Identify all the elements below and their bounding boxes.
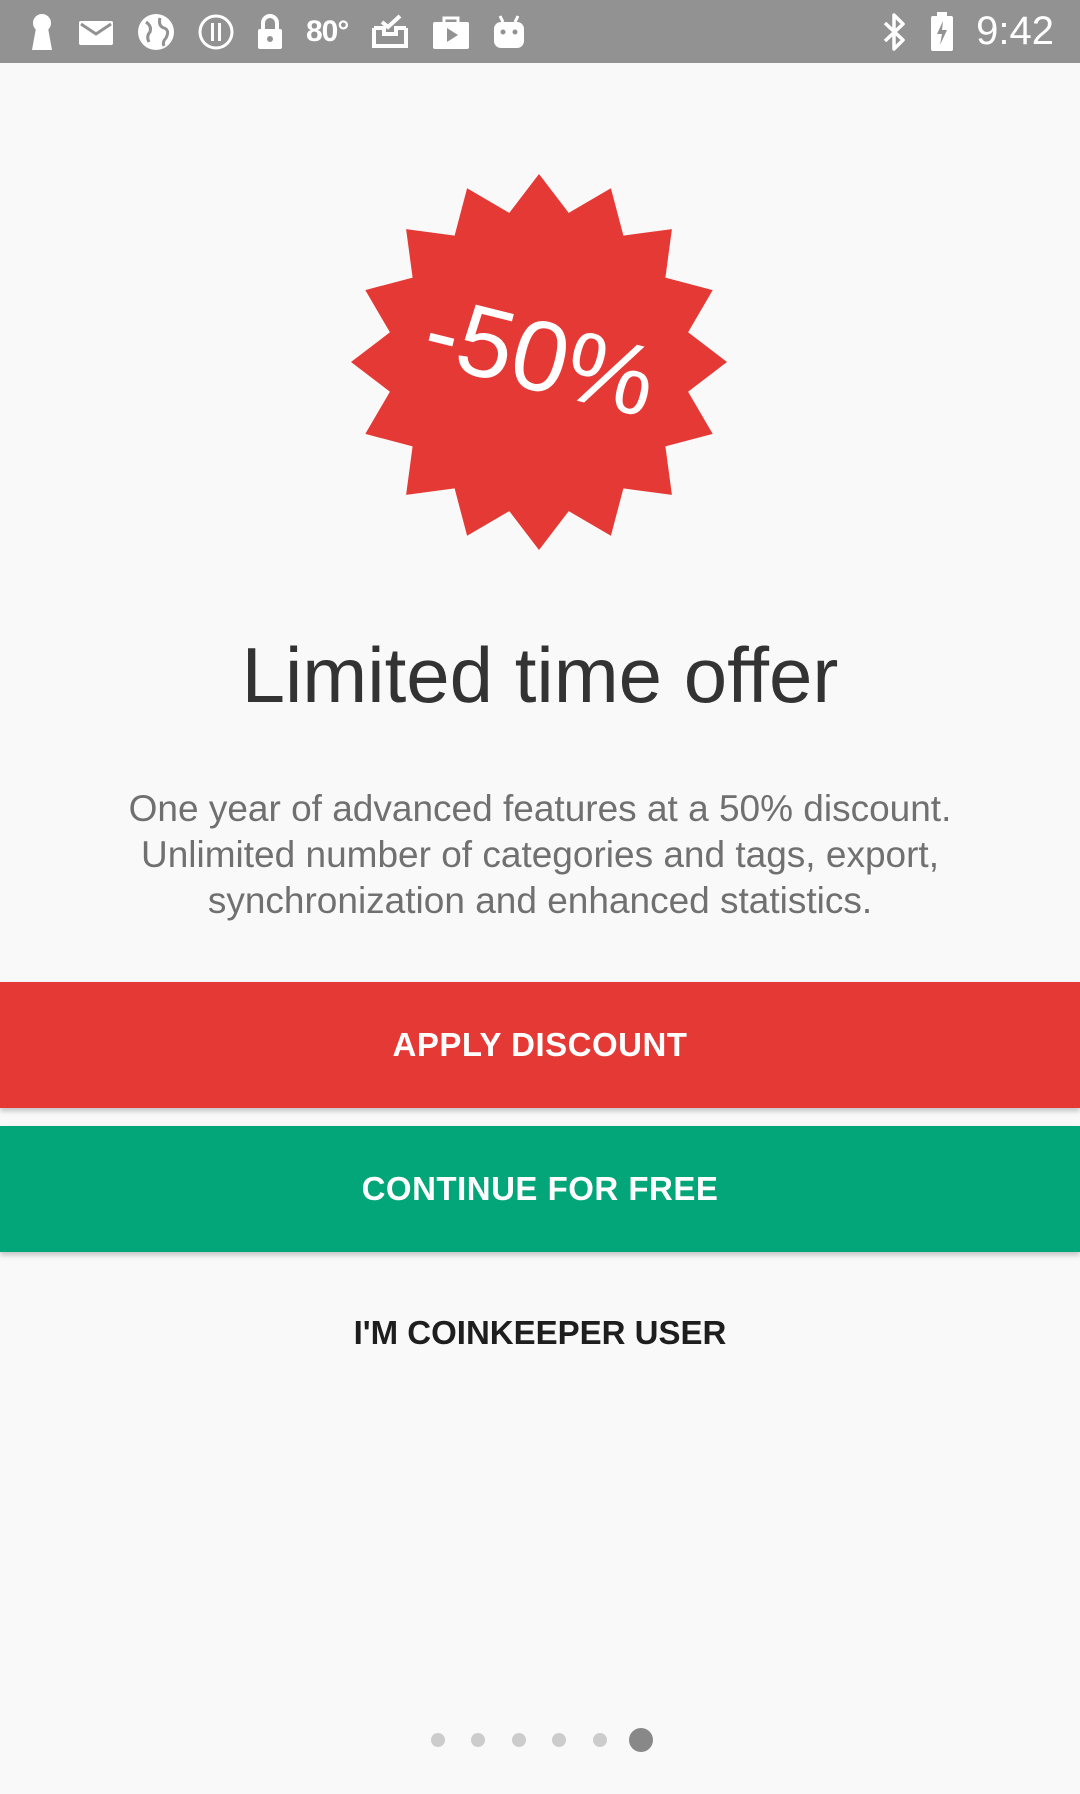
mail-icon <box>78 12 114 52</box>
page-dot <box>552 1733 566 1747</box>
status-right-icons: 9:42 <box>882 0 1054 63</box>
discount-badge: -50% <box>349 172 729 552</box>
continue-for-free-button[interactable]: CONTINUE FOR FREE <box>0 1126 1080 1252</box>
battery-icon <box>930 11 954 52</box>
page-dot <box>471 1733 485 1747</box>
play-bag-icon <box>432 12 470 52</box>
description-line: synchronization and enhanced statistics. <box>207 880 873 921</box>
page-dot <box>512 1733 526 1747</box>
keyhole-icon <box>28 12 56 52</box>
page-dot-active <box>629 1728 653 1752</box>
alert-icon <box>198 12 234 52</box>
page-indicator <box>0 1720 1080 1760</box>
description-line: Unlimited number of categories and tags,… <box>141 834 939 875</box>
android-icon <box>492 12 526 52</box>
status-left-icons: 80° <box>28 0 526 63</box>
apply-discount-button[interactable]: APPLY DISCOUNT <box>0 982 1080 1108</box>
description-line: One year of advanced features at a 50% d… <box>128 788 952 829</box>
clock-time: 9:42 <box>976 9 1054 53</box>
coinkeeper-user-button[interactable]: I'M COINKEEPER USER <box>300 1290 780 1376</box>
temperature-text: 80° <box>306 14 349 48</box>
inbox-check-icon <box>370 12 410 52</box>
status-bar: 80° 9:42 <box>0 0 1080 63</box>
lock-icon <box>256 12 284 52</box>
offer-description: One year of advanced features at a 50% d… <box>60 786 1020 924</box>
bluetooth-icon <box>882 12 908 52</box>
globe-icon <box>136 12 176 52</box>
discount-badge-graphic: -50% <box>351 174 727 550</box>
page-dot <box>593 1733 607 1747</box>
offer-title: Limited time offer <box>241 631 839 719</box>
page-dot <box>431 1733 445 1747</box>
